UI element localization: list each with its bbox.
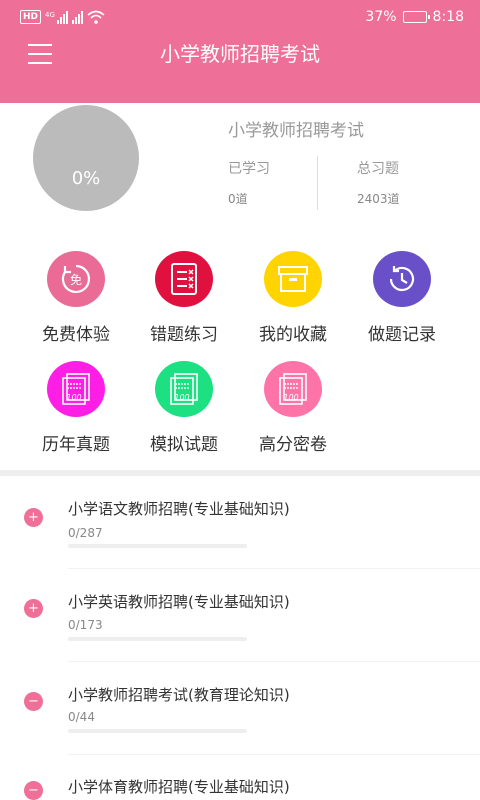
status-left: HD 4G: [20, 10, 105, 24]
stat-divider: [317, 156, 318, 210]
grid-label: 我的收藏: [259, 325, 327, 345]
grid-icon-bg-1: [155, 251, 213, 307]
collapse-toggle-icon[interactable]: −: [24, 781, 43, 800]
grid-icon-bg-0: 免: [47, 251, 105, 307]
chapter-count: 0/287: [68, 526, 103, 540]
list-item[interactable]: − 小学教师招聘考试(教育理论知识) 0/44: [0, 662, 480, 755]
grid-item-past-exams[interactable]: 100 历年真题: [22, 355, 130, 455]
free-icon: 免: [61, 264, 91, 294]
grid-item-history[interactable]: 做题记录: [348, 245, 456, 345]
grid-icon-bg-4: 100: [47, 361, 105, 417]
learned-label: 已学习: [228, 161, 270, 177]
signal-label: 4G: [45, 10, 55, 19]
app-header: HD 4G 37% 8:18 小学教师招聘考试: [0, 0, 480, 103]
grid-label: 错题练习: [150, 325, 218, 345]
expand-toggle-icon[interactable]: +: [24, 599, 43, 618]
clock-history-icon: [389, 266, 415, 292]
svg-text:100: 100: [174, 393, 189, 402]
grid-item-mock-exams[interactable]: 100 模拟试题: [130, 355, 238, 455]
chapter-count: 0/173: [68, 618, 103, 632]
progress-percent: 0%: [71, 168, 101, 189]
svg-text:100: 100: [283, 393, 298, 402]
exam-paper-icon: 100: [170, 373, 198, 405]
chapter-title: 小学英语教师招聘(专业基础知识): [68, 593, 290, 611]
archive-box-icon: [278, 266, 308, 292]
chapter-progress-bar: [68, 637, 247, 641]
grid-icon-bg-6: 100: [264, 361, 322, 417]
collapse-toggle-icon[interactable]: −: [24, 692, 43, 711]
exam-paper-icon: 100: [279, 373, 307, 405]
list-item[interactable]: − 小学体育教师招聘(专业基础知识): [0, 755, 480, 800]
grid-label: 免费体验: [42, 325, 110, 345]
cell-signal-icon-2: [71, 10, 83, 24]
clock: 8:18: [432, 9, 464, 25]
exam-paper-icon: 100: [62, 373, 90, 405]
grid-label: 高分密卷: [259, 435, 327, 455]
battery-icon: [402, 11, 430, 23]
chapter-title: 小学语文教师招聘(专业基础知识): [68, 500, 290, 518]
grid-label: 模拟试题: [150, 435, 218, 455]
svg-text:100: 100: [66, 393, 81, 402]
grid-item-high-score-papers[interactable]: 100 高分密卷: [239, 355, 347, 455]
grid-label: 做题记录: [368, 325, 436, 345]
learned-value: 0道: [228, 192, 248, 206]
svg-text:免: 免: [70, 272, 82, 287]
battery-percent: 37%: [365, 9, 397, 25]
total-stat: 总习题 2403道: [357, 158, 400, 207]
list-item[interactable]: + 小学英语教师招聘(专业基础知识) 0/173: [0, 569, 480, 662]
grid-item-favorites[interactable]: 我的收藏: [239, 245, 347, 345]
chapter-progress-bar: [68, 544, 247, 548]
grid-label: 历年真题: [42, 435, 110, 455]
grid-icon-bg-3: [373, 251, 431, 307]
grid-item-free-trial[interactable]: 免 免费体验: [22, 245, 130, 345]
exam-name: 小学教师招聘考试: [228, 121, 364, 141]
wifi-icon: [87, 10, 105, 24]
page-title: 小学教师招聘考试: [160, 42, 320, 66]
list-item[interactable]: + 小学语文教师招聘(专业基础知识) 0/287: [0, 476, 480, 569]
total-label: 总习题: [357, 161, 399, 177]
grid-icon-bg-5: 100: [155, 361, 213, 417]
chapter-progress-bar: [68, 729, 247, 733]
chapter-count: 0/44: [68, 710, 95, 724]
cell-signal-icon: 4G: [45, 10, 68, 24]
status-bar: HD 4G 37% 8:18: [0, 0, 480, 38]
status-right: 37% 8:18: [365, 9, 464, 25]
grid-item-wrong-practice[interactable]: 错题练习: [130, 245, 238, 345]
progress-circle: 0%: [33, 105, 139, 211]
learned-stat: 已学习 0道: [228, 158, 270, 207]
wrong-list-icon: [171, 263, 197, 295]
hd-badge: HD: [20, 10, 42, 24]
chapter-title: 小学体育教师招聘(专业基础知识): [68, 778, 290, 796]
total-value: 2403道: [357, 192, 400, 206]
grid-icon-bg-2: [264, 251, 322, 307]
chapter-title: 小学教师招聘考试(教育理论知识): [68, 686, 290, 704]
expand-toggle-icon[interactable]: +: [24, 508, 43, 527]
